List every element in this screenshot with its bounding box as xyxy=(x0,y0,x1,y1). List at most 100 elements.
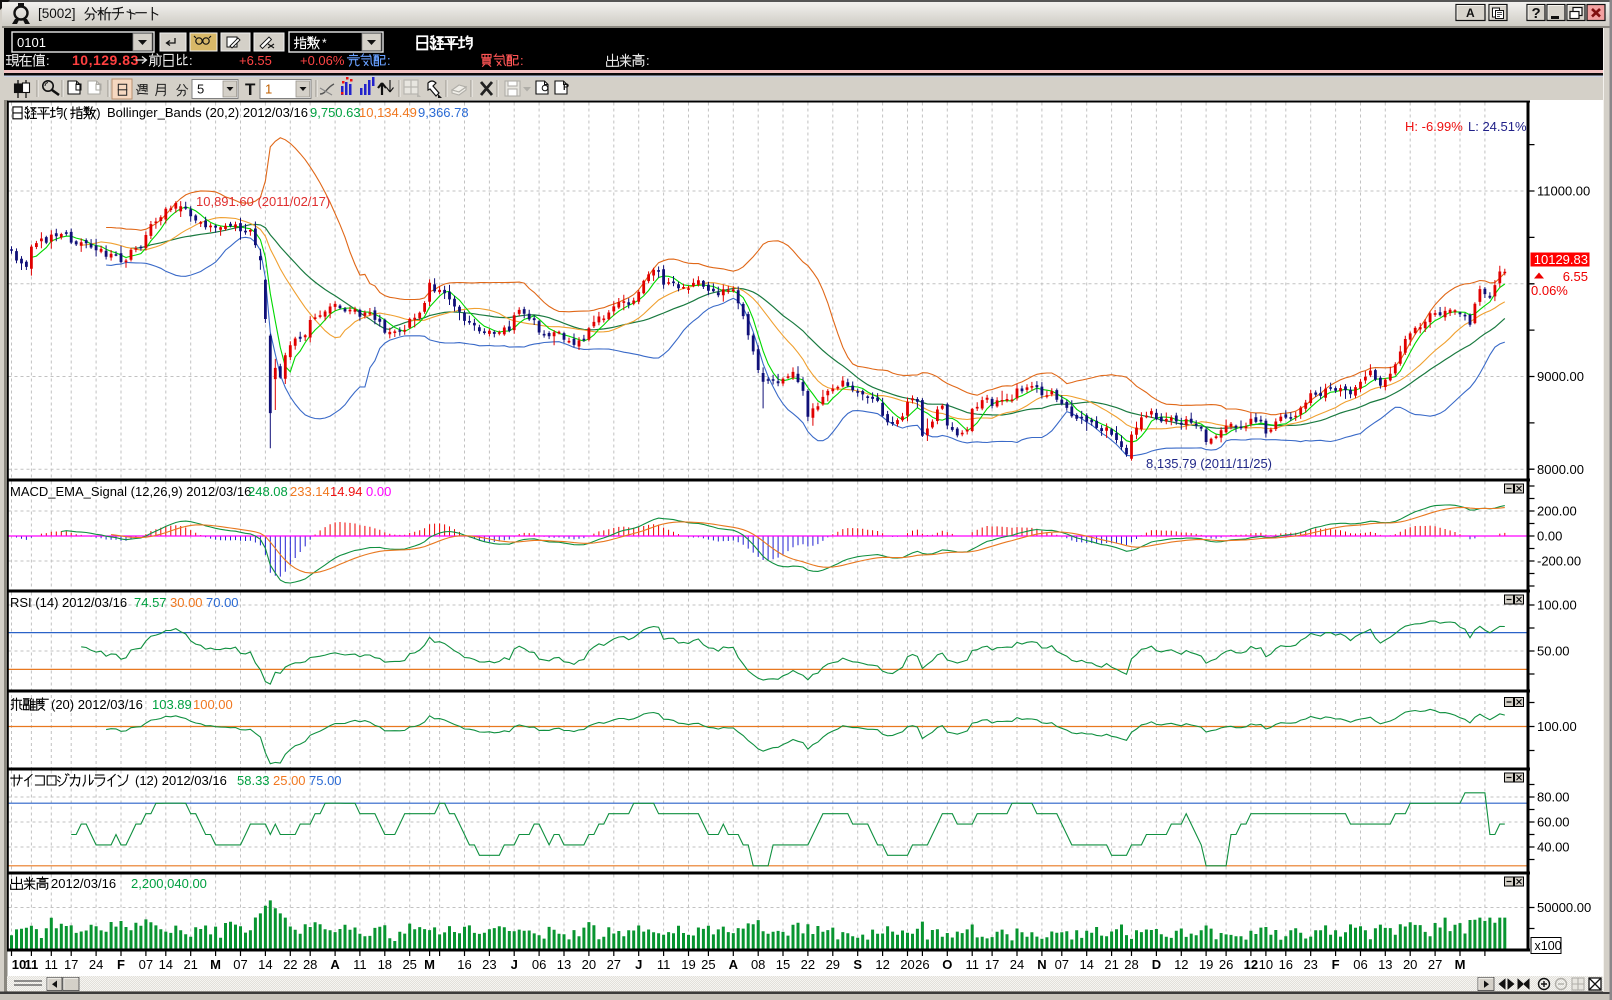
svg-text:A: A xyxy=(330,957,340,972)
svg-text:100.00: 100.00 xyxy=(1537,719,1577,734)
svg-text:07: 07 xyxy=(233,957,247,972)
svg-text:D: D xyxy=(1152,957,1161,972)
svg-text:17: 17 xyxy=(985,957,999,972)
svg-text:H: -6.99%: H: -6.99% xyxy=(1405,119,1463,134)
svg-text:25: 25 xyxy=(402,957,416,972)
svg-text:20: 20 xyxy=(1403,957,1417,972)
svg-text:M: M xyxy=(1455,957,1466,972)
svg-text:25.00: 25.00 xyxy=(273,773,306,788)
svg-text:11000.00: 11000.00 xyxy=(1537,184,1590,199)
svg-text:70.00: 70.00 xyxy=(206,595,239,610)
svg-text:F: F xyxy=(117,957,125,972)
svg-text:10,891.60 (2011/02/17): 10,891.60 (2011/02/17) xyxy=(196,194,330,209)
svg-text:1: 1 xyxy=(265,82,272,97)
svg-text:0.00: 0.00 xyxy=(366,484,391,499)
svg-text:-200.00: -200.00 xyxy=(1537,554,1581,569)
svg-text:5: 5 xyxy=(197,82,204,97)
svg-text:80.00: 80.00 xyxy=(1537,790,1570,805)
svg-text:+0.06%: +0.06% xyxy=(300,53,345,68)
svg-text:17: 17 xyxy=(64,957,78,972)
svg-text:14: 14 xyxy=(258,957,272,972)
svg-text::: : xyxy=(189,53,193,68)
svg-text:N: N xyxy=(1037,957,1046,972)
svg-text:40.00: 40.00 xyxy=(1537,840,1570,855)
svg-text:A: A xyxy=(729,957,739,972)
svg-text:20: 20 xyxy=(582,957,596,972)
svg-text:08: 08 xyxy=(751,957,765,972)
svg-text:13: 13 xyxy=(1378,957,1392,972)
svg-text:9000.00: 9000.00 xyxy=(1537,369,1584,384)
svg-text:Bollinger_Bands (20,2) 2012/03: Bollinger_Bands (20,2) 2012/03/16 xyxy=(107,105,308,120)
svg-text:?: ? xyxy=(1532,5,1541,22)
svg-text:L: 24.51%: L: 24.51% xyxy=(1468,119,1527,134)
svg-text:8,135.79 (2011/11/25): 8,135.79 (2011/11/25) xyxy=(1146,456,1272,471)
svg-text:10,134.49: 10,134.49 xyxy=(359,105,417,120)
svg-text:60.00: 60.00 xyxy=(1537,815,1570,830)
svg-text:28: 28 xyxy=(303,957,317,972)
svg-text:30.00: 30.00 xyxy=(170,595,203,610)
svg-text:14: 14 xyxy=(1079,957,1093,972)
svg-text:27: 27 xyxy=(607,957,621,972)
svg-text:[5002]: [5002] xyxy=(38,6,76,21)
svg-text:6.55: 6.55 xyxy=(1563,269,1588,284)
svg-text:+6.55: +6.55 xyxy=(239,53,272,68)
svg-text:22: 22 xyxy=(801,957,815,972)
svg-text:07: 07 xyxy=(139,957,153,972)
svg-text:200.00: 200.00 xyxy=(1537,504,1577,519)
svg-text:F: F xyxy=(1332,957,1340,972)
svg-text:P: P xyxy=(563,82,569,92)
svg-text:21: 21 xyxy=(183,957,197,972)
svg-text:23: 23 xyxy=(482,957,496,972)
svg-text:M: M xyxy=(210,957,221,972)
svg-text:100.00: 100.00 xyxy=(1537,598,1577,613)
svg-text:O: O xyxy=(942,957,952,972)
svg-text:): ) xyxy=(96,106,100,121)
svg-text:12: 12 xyxy=(1244,957,1258,972)
svg-text:21: 21 xyxy=(1104,957,1118,972)
svg-text:(20) 2012/03/16: (20) 2012/03/16 xyxy=(51,697,143,712)
svg-text:MACD_EMA_Signal (12,26,9) 2012: MACD_EMA_Signal (12,26,9) 2012/03/16 xyxy=(10,484,251,499)
svg-text:50.00: 50.00 xyxy=(1537,644,1570,659)
svg-text:19: 19 xyxy=(1199,957,1213,972)
svg-text::: : xyxy=(46,53,50,68)
svg-text:11: 11 xyxy=(353,957,367,972)
svg-text:14.94: 14.94 xyxy=(330,484,363,499)
svg-text:15: 15 xyxy=(776,957,790,972)
svg-text:248.08: 248.08 xyxy=(248,484,288,499)
svg-text:J: J xyxy=(635,957,642,972)
svg-text:2012/03/16: 2012/03/16 xyxy=(51,876,116,891)
svg-text:12: 12 xyxy=(1174,957,1188,972)
svg-text:8000.00: 8000.00 xyxy=(1537,462,1584,477)
svg-text:26: 26 xyxy=(915,957,929,972)
svg-text:A: A xyxy=(1466,6,1475,20)
svg-text:*: * xyxy=(322,36,327,50)
svg-text:19: 19 xyxy=(681,957,695,972)
svg-text:50000.00: 50000.00 xyxy=(1537,900,1591,915)
svg-text:M: M xyxy=(424,957,435,972)
svg-text:100.00: 100.00 xyxy=(193,697,233,712)
svg-text::: : xyxy=(646,53,650,68)
svg-text::: : xyxy=(520,53,524,68)
svg-text:23: 23 xyxy=(1303,957,1317,972)
svg-text:20: 20 xyxy=(900,957,914,972)
svg-text:22: 22 xyxy=(283,957,297,972)
svg-text:9,750.63: 9,750.63 xyxy=(310,105,361,120)
svg-text:74.57: 74.57 xyxy=(134,595,167,610)
svg-text:(12) 2012/03/16: (12) 2012/03/16 xyxy=(135,773,227,788)
svg-text:06: 06 xyxy=(532,957,546,972)
svg-text:x100: x100 xyxy=(1535,939,1562,953)
svg-text:16: 16 xyxy=(457,957,471,972)
svg-text:10,129.83: 10,129.83 xyxy=(72,52,139,68)
svg-text:24: 24 xyxy=(89,957,103,972)
svg-text:0101: 0101 xyxy=(17,35,46,50)
svg-text:10129.83: 10129.83 xyxy=(1534,252,1588,267)
svg-text:26: 26 xyxy=(1219,957,1233,972)
svg-text:06: 06 xyxy=(1353,957,1367,972)
svg-text:25: 25 xyxy=(701,957,715,972)
svg-text:0.06%: 0.06% xyxy=(1531,283,1568,298)
svg-text:RSI (14) 2012/03/16: RSI (14) 2012/03/16 xyxy=(10,595,127,610)
svg-text:103.89: 103.89 xyxy=(152,697,192,712)
svg-text:13: 13 xyxy=(557,957,571,972)
svg-text:11: 11 xyxy=(965,957,979,972)
svg-text:12: 12 xyxy=(875,957,889,972)
